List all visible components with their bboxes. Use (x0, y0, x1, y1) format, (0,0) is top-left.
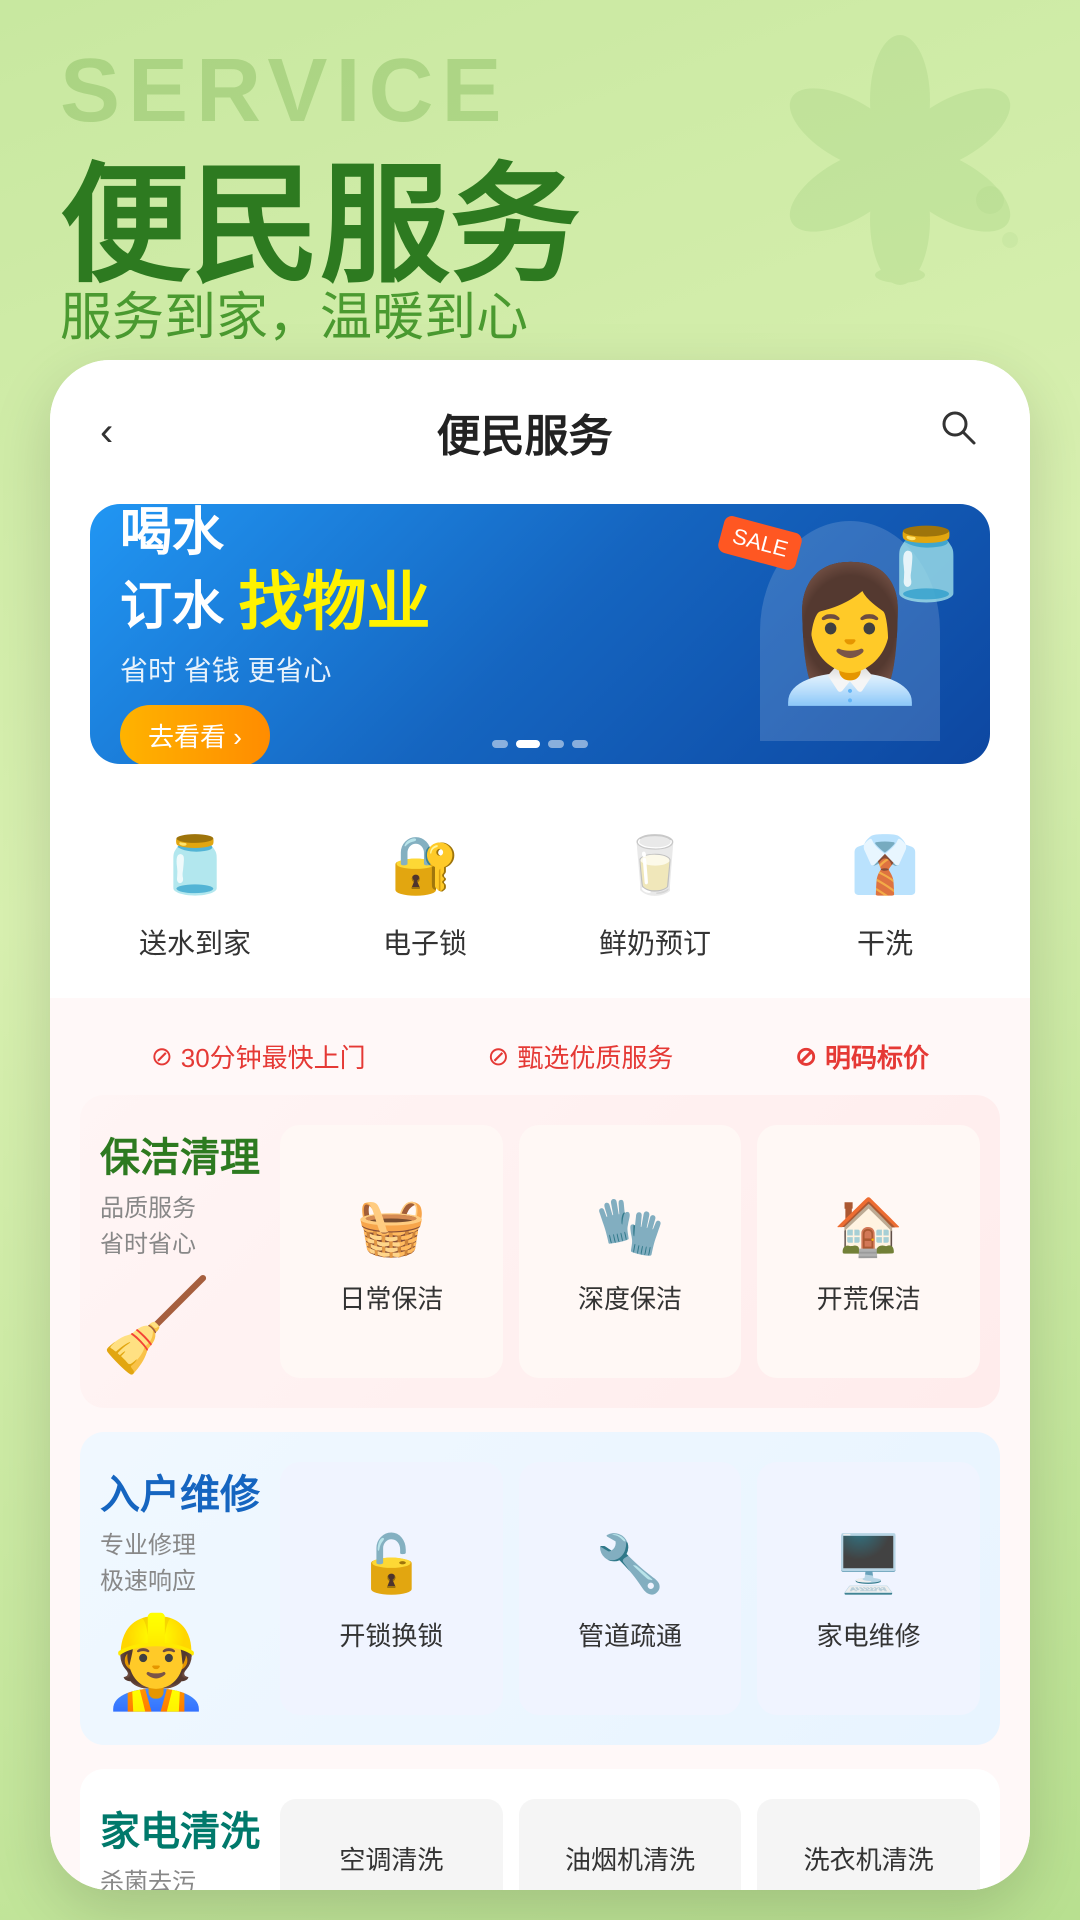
quick-service-label-2: 鲜奶预订 (599, 922, 711, 962)
banner-text: 喝水 订水 找物业 省时 省钱 更省心 去看看 › (120, 504, 740, 764)
repair-section-desc: 专业修理 极速响应 (100, 1528, 260, 1600)
phone-frame: ‹ 便民服务 喝水 订水 找物业 省时 省钱 更省心 去看看 › 👩‍� (50, 360, 1030, 1890)
trust-badge-quality: ⊘ 甄选优质服务 (488, 1038, 674, 1075)
trust-badge-quality-label: 甄选优质服务 (517, 1038, 673, 1075)
daily-cleaning-icon: 🧺 (351, 1187, 431, 1267)
water-delivery-icon: 🫙 (150, 820, 240, 910)
quick-services-row: 🫙 送水到家 🔐 电子锁 🥛 鲜奶预订 👔 干洗 (50, 784, 1030, 998)
quick-service-label-3: 干洗 (857, 922, 913, 962)
page-title: 便民服务 (437, 400, 613, 464)
dot-1 (492, 740, 508, 748)
cleaning-section-info: 保洁清理 品质服务 省时省心 🧹 (100, 1125, 260, 1378)
appliance-repair-icon: 🖥️ (829, 1524, 909, 1604)
background-header: SERVICE 便民服务 服务到家，温暖到心 (0, 0, 1080, 420)
appliance-repair-label: 家电维修 (817, 1616, 921, 1653)
deep-cleaning-tile[interactable]: 🧤 深度保洁 (519, 1125, 742, 1378)
banner-sub-text: 省时 省钱 更省心 (120, 649, 740, 689)
appliance-wash-section: 家电清洗 杀菌去污 深层洁净 🧑‍🔧 空调清洗 油烟机清洗 洗衣机 (80, 1769, 1000, 1890)
trust-badge-price-label: 明码标价 (825, 1038, 929, 1075)
repair-section-info: 入户维修 专业修理 极速响应 👷 (100, 1462, 260, 1715)
range-hood-tile[interactable]: 油烟机清洗 (519, 1799, 742, 1890)
move-in-cleaning-label: 开荒保洁 (817, 1279, 921, 1316)
promo-banner[interactable]: 喝水 订水 找物业 省时 省钱 更省心 去看看 › 👩‍💼 SALE 🫙 (90, 504, 990, 764)
deep-cleaning-icon: 🧤 (590, 1187, 670, 1267)
repair-services-grid: 🔓 开锁换锁 🔧 管道疏通 🖥️ 家电维修 (280, 1462, 980, 1715)
cleaning-section-desc: 品质服务 省时省心 (100, 1191, 260, 1263)
app-header: ‹ 便民服务 (50, 360, 1030, 484)
dot-4 (572, 740, 588, 748)
appliance-repair-tile[interactable]: 🖥️ 家电维修 (757, 1462, 980, 1715)
repair-section-title: 入户维修 (100, 1462, 260, 1520)
washer-cleaning-tile[interactable]: 洗衣机清洗 (757, 1799, 980, 1890)
ac-cleaning-label: 空调清洗 (339, 1840, 443, 1877)
move-in-cleaning-tile[interactable]: 🏠 开荒保洁 (757, 1125, 980, 1378)
banner-cta-button[interactable]: 去看看 › (120, 705, 270, 764)
move-in-cleaning-icon: 🏠 (829, 1187, 909, 1267)
locksmith-label: 开锁换锁 (339, 1616, 443, 1653)
appliance-wash-title: 家电清洗 (100, 1799, 260, 1857)
quick-service-dry-clean[interactable]: 👔 干洗 (770, 804, 1000, 978)
services-container: ⊘ 30分钟最快上门 ⊘ 甄选优质服务 ⊘ 明码标价 保洁清理 品质服务 省时省… (50, 998, 1030, 1890)
search-button[interactable] (936, 405, 980, 459)
washer-cleaning-label: 洗衣机清洗 (804, 1840, 934, 1877)
electronic-lock-icon: 🔐 (380, 820, 470, 910)
cleaning-services-grid: 🧺 日常保洁 🧤 深度保洁 🏠 开荒保洁 (280, 1125, 980, 1378)
cleaning-section: 保洁清理 品质服务 省时省心 🧹 🧺 日常保洁 🧤 深度保洁 (80, 1095, 1000, 1408)
plumbing-tile[interactable]: 🔧 管道疏通 (519, 1462, 742, 1715)
deep-cleaning-label: 深度保洁 (578, 1279, 682, 1316)
range-hood-label: 油烟机清洗 (565, 1840, 695, 1877)
back-button[interactable]: ‹ (100, 410, 113, 455)
cleaning-person-icon: 🧹 (100, 1273, 260, 1378)
quick-service-label-1: 电子锁 (383, 922, 467, 962)
dot-2 (516, 740, 540, 748)
repair-person-icon: 👷 (100, 1610, 260, 1715)
plumbing-icon: 🔧 (590, 1524, 670, 1604)
appliance-services-grid: 空调清洗 油烟机清洗 洗衣机清洗 热水器清洗 冰箱清洗 地暖 (280, 1799, 980, 1890)
daily-cleaning-label: 日常保洁 (339, 1279, 443, 1316)
ac-cleaning-tile[interactable]: 空调清洗 (280, 1799, 503, 1890)
appliance-wash-desc: 杀菌去污 深层洁净 (100, 1865, 260, 1890)
dot-3 (548, 740, 564, 748)
cleaning-section-title: 保洁清理 (100, 1125, 260, 1183)
quick-service-label-0: 送水到家 (139, 922, 251, 962)
bg-subtitle: 服务到家，温暖到心 (60, 275, 528, 350)
quick-service-water[interactable]: 🫙 送水到家 (80, 804, 310, 978)
bg-decoration-icon (760, 20, 1040, 305)
plumbing-label: 管道疏通 (578, 1616, 682, 1653)
locksmith-tile[interactable]: 🔓 开锁换锁 (280, 1462, 503, 1715)
banner-dots (492, 740, 588, 748)
trust-badge-price: ⊘ 明码标价 (795, 1038, 929, 1075)
appliance-wash-info: 家电清洗 杀菌去污 深层洁净 🧑‍🔧 (100, 1799, 260, 1890)
quick-service-lock[interactable]: 🔐 电子锁 (310, 804, 540, 978)
dry-clean-icon: 👔 (840, 820, 930, 910)
trust-badges: ⊘ 30分钟最快上门 ⊘ 甄选优质服务 ⊘ 明码标价 (80, 1018, 1000, 1095)
daily-cleaning-tile[interactable]: 🧺 日常保洁 (280, 1125, 503, 1378)
trust-badge-speed-label: 30分钟最快上门 (181, 1038, 366, 1075)
repair-section: 入户维修 专业修理 极速响应 👷 🔓 开锁换锁 🔧 管道疏通 (80, 1432, 1000, 1745)
quick-service-milk[interactable]: 🥛 鲜奶预订 (540, 804, 770, 978)
trust-badge-speed: ⊘ 30分钟最快上门 (151, 1038, 366, 1075)
banner-main-text: 喝水 订水 找物业 (120, 504, 740, 641)
water-bottle-icon: 🫙 (883, 524, 970, 606)
locksmith-icon: 🔓 (351, 1524, 431, 1604)
milk-delivery-icon: 🥛 (610, 820, 700, 910)
